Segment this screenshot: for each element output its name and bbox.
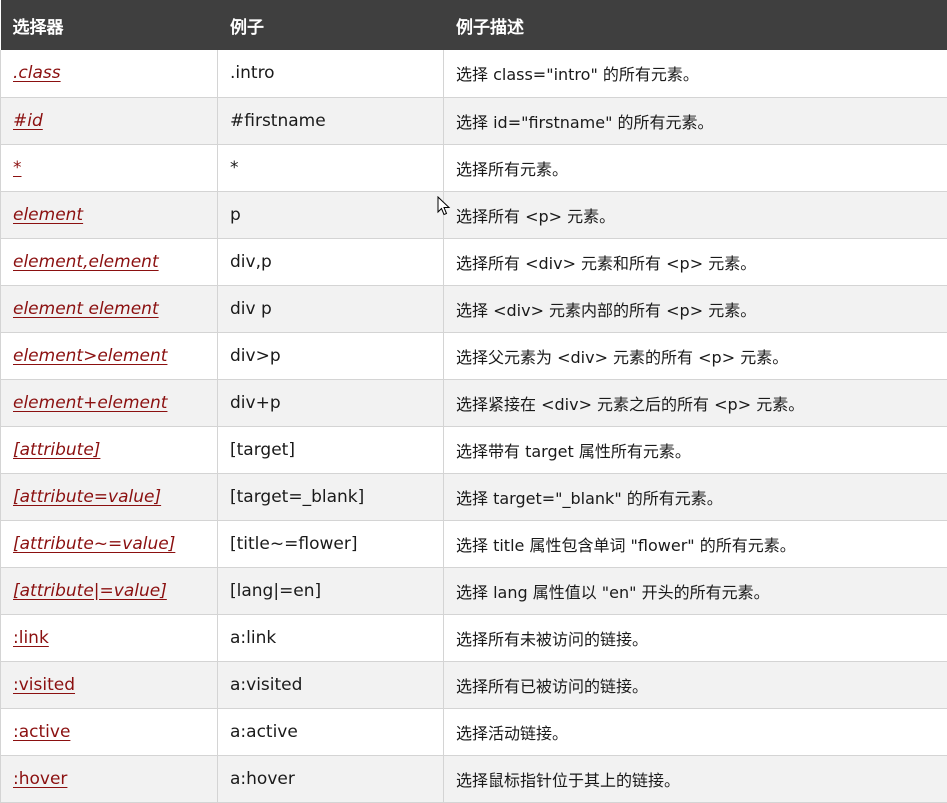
table-row: element,element div,p选择所有 <div> 元素和所有 <p>… xyxy=(1,238,947,285)
description-cell: 选择 class="intro" 的所有元素。 xyxy=(444,50,947,97)
description-cell: 选择 title 属性包含单词 "flower" 的所有元素。 xyxy=(444,520,947,567)
table-row: [attribute|=value] [lang|=en]选择 lang 属性值以… xyxy=(1,567,947,614)
table-row: [attribute=value] [target=_blank]选择 targe… xyxy=(1,473,947,520)
selector-link[interactable]: element xyxy=(13,205,83,225)
description-cell: 选择 <div> 元素内部的所有 <p> 元素。 xyxy=(444,285,947,332)
header-selector: 选择器 xyxy=(1,0,218,50)
example-cell: * xyxy=(218,144,444,191)
selector-link[interactable]: [attribute] xyxy=(13,440,100,460)
selector-link[interactable]: :visited xyxy=(13,675,75,695)
selector-cell: [attribute~=value] xyxy=(1,520,218,567)
table-row: :active a:active选择活动链接。 xyxy=(1,708,947,755)
selector-link[interactable]: element+element xyxy=(13,393,167,413)
example-cell: div,p xyxy=(218,238,444,285)
table-row: :hover a:hover选择鼠标指针位于其上的链接。 xyxy=(1,755,947,802)
table-row: .class .intro选择 class="intro" 的所有元素。 xyxy=(1,50,947,97)
selector-link[interactable]: .class xyxy=(13,63,61,83)
example-cell: div+p xyxy=(218,379,444,426)
description-cell: 选择鼠标指针位于其上的链接。 xyxy=(444,755,947,802)
selector-link[interactable]: [attribute=value] xyxy=(13,487,161,507)
selector-cell: [attribute|=value] xyxy=(1,567,218,614)
selector-cell: #id xyxy=(1,97,218,144)
example-cell: a:active xyxy=(218,708,444,755)
description-cell: 选择 id="firstname" 的所有元素。 xyxy=(444,97,947,144)
example-cell: [target=_blank] xyxy=(218,473,444,520)
table-row: :visited a:visited选择所有已被访问的链接。 xyxy=(1,661,947,708)
table-row: element element div p选择 <div> 元素内部的所有 <p>… xyxy=(1,285,947,332)
selector-cell: element xyxy=(1,191,218,238)
selector-link[interactable]: :hover xyxy=(13,769,67,789)
example-cell: a:link xyxy=(218,614,444,661)
header-description: 例子描述 xyxy=(444,0,947,50)
table-row: **选择所有元素。 xyxy=(1,144,947,191)
table-row: [attribute~=value] [title~=flower]选择 titl… xyxy=(1,520,947,567)
description-cell: 选择所有已被访问的链接。 xyxy=(444,661,947,708)
selector-cell: :link xyxy=(1,614,218,661)
selector-link[interactable]: element>element xyxy=(13,346,167,366)
selector-cell: element element xyxy=(1,285,218,332)
example-cell: [lang|=en] xyxy=(218,567,444,614)
selector-cell: element>element xyxy=(1,332,218,379)
description-cell: 选择所有 <p> 元素。 xyxy=(444,191,947,238)
table-row: element+element div+p选择紧接在 <div> 元素之后的所有 … xyxy=(1,379,947,426)
selector-cell: element,element xyxy=(1,238,218,285)
example-cell: a:hover xyxy=(218,755,444,802)
selector-link[interactable]: #id xyxy=(13,111,43,131)
selector-cell: :hover xyxy=(1,755,218,802)
selector-link[interactable]: * xyxy=(13,158,22,178)
header-example: 例子 xyxy=(218,0,444,50)
example-cell: div>p xyxy=(218,332,444,379)
selector-link[interactable]: [attribute~=value] xyxy=(13,534,175,554)
css-selector-table: 选择器 例子 例子描述 .class .intro选择 class="intro"… xyxy=(0,0,947,803)
selector-cell: :visited xyxy=(1,661,218,708)
description-cell: 选择紧接在 <div> 元素之后的所有 <p> 元素。 xyxy=(444,379,947,426)
selector-cell: .class xyxy=(1,50,218,97)
table-row: :link a:link选择所有未被访问的链接。 xyxy=(1,614,947,661)
example-cell: #firstname xyxy=(218,97,444,144)
description-cell: 选择所有 <div> 元素和所有 <p> 元素。 xyxy=(444,238,947,285)
example-cell: div p xyxy=(218,285,444,332)
table-header-row: 选择器 例子 例子描述 xyxy=(1,0,947,50)
example-cell: [title~=flower] xyxy=(218,520,444,567)
table-row: element>element div>p选择父元素为 <div> 元素的所有 <… xyxy=(1,332,947,379)
description-cell: 选择 target="_blank" 的所有元素。 xyxy=(444,473,947,520)
selector-link[interactable]: :link xyxy=(13,628,49,648)
selector-cell: [attribute] xyxy=(1,426,218,473)
selector-link[interactable]: [attribute|=value] xyxy=(13,581,167,601)
example-cell: [target] xyxy=(218,426,444,473)
table-row: element p选择所有 <p> 元素。 xyxy=(1,191,947,238)
description-cell: 选择带有 target 属性所有元素。 xyxy=(444,426,947,473)
description-cell: 选择父元素为 <div> 元素的所有 <p> 元素。 xyxy=(444,332,947,379)
selector-link[interactable]: element,element xyxy=(13,252,159,272)
table-row: [attribute] [target]选择带有 target 属性所有元素。 xyxy=(1,426,947,473)
selector-link[interactable]: element element xyxy=(13,299,159,319)
selector-cell: * xyxy=(1,144,218,191)
table-row: #id #firstname选择 id="firstname" 的所有元素。 xyxy=(1,97,947,144)
selector-cell: element+element xyxy=(1,379,218,426)
example-cell: a:visited xyxy=(218,661,444,708)
description-cell: 选择活动链接。 xyxy=(444,708,947,755)
example-cell: .intro xyxy=(218,50,444,97)
selector-cell: [attribute=value] xyxy=(1,473,218,520)
example-cell: p xyxy=(218,191,444,238)
description-cell: 选择所有元素。 xyxy=(444,144,947,191)
selector-link[interactable]: :active xyxy=(13,722,70,742)
description-cell: 选择所有未被访问的链接。 xyxy=(444,614,947,661)
selector-cell: :active xyxy=(1,708,218,755)
description-cell: 选择 lang 属性值以 "en" 开头的所有元素。 xyxy=(444,567,947,614)
